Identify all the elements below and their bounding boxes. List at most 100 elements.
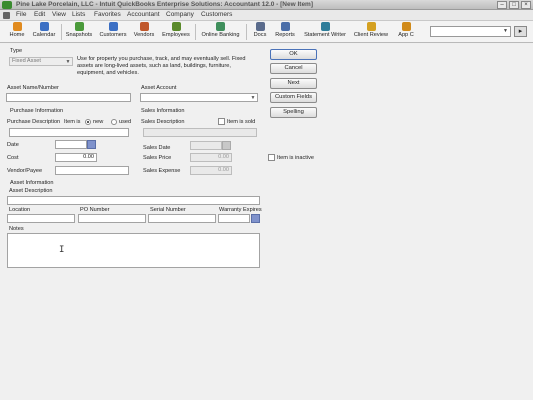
sales-date-label: Sales Date [143, 145, 171, 151]
custom-fields-button[interactable]: Custom Fields [270, 92, 317, 103]
close-button[interactable]: × [521, 1, 531, 9]
new-label: new [93, 119, 104, 125]
menu-bar: File Edit View Lists Favorites Accountan… [0, 10, 533, 21]
search-button[interactable]: ▸ [514, 26, 527, 37]
chevron-down-icon: ▼ [65, 59, 71, 65]
asset-description-label: Asset Description [9, 188, 53, 194]
quickbooks-logo-icon [2, 1, 12, 9]
search-input[interactable]: ▼ [430, 26, 511, 37]
toolbar-employees-button[interactable]: Employees [160, 22, 192, 42]
toolbar-client-review-button[interactable]: Client Review [351, 22, 391, 42]
item-inactive-checkbox[interactable] [268, 154, 275, 161]
employees-icon [171, 22, 181, 31]
spelling-button[interactable]: Spelling [270, 107, 317, 118]
toolbar-calendar-button[interactable]: Calendar [30, 22, 58, 42]
vendor-payee-field[interactable] [55, 166, 129, 175]
window-title: Pine Lake Porcelain, LLC - Intuit QuickB… [16, 1, 314, 8]
asset-info-label: Asset Information [10, 180, 54, 186]
date-label: Date [7, 142, 19, 148]
type-description: Use for property you purchase, track, an… [77, 56, 246, 76]
purchase-description-field[interactable] [9, 128, 129, 137]
serial-number-field[interactable] [148, 214, 216, 223]
item-is-label: Item is [64, 119, 81, 125]
text-cursor-icon: I [59, 245, 65, 255]
sales-date-field[interactable] [190, 141, 222, 150]
notes-field[interactable] [7, 233, 260, 268]
menu-favorites[interactable]: Favorites [94, 11, 121, 18]
calendar-icon[interactable] [87, 140, 96, 149]
purchase-info-label: Purchase Information [10, 108, 64, 114]
item-sold-checkbox[interactable] [218, 118, 225, 125]
toolbar-separator [246, 24, 247, 40]
notes-label: Notes [9, 226, 24, 232]
toolbar-home-button[interactable]: Home [6, 22, 28, 42]
used-label: used [119, 119, 132, 125]
cost-label: Cost [7, 155, 19, 161]
asset-name-label: Asset Name/Number [7, 85, 59, 91]
customers-icon [108, 22, 118, 31]
po-number-label: PO Number [80, 207, 110, 213]
ok-button[interactable]: OK [270, 49, 317, 60]
toolbar-online-banking-button[interactable]: Online Banking [198, 22, 243, 42]
toolbar-statement-writer-button[interactable]: Statement Writer [300, 22, 350, 42]
chevron-down-icon: ▼ [250, 95, 256, 101]
location-field[interactable] [7, 214, 75, 223]
serial-number-label: Serial Number [150, 207, 186, 213]
purchase-description-label: Purchase Description [7, 119, 61, 125]
type-dropdown[interactable]: Fixed Asset ▼ [9, 57, 73, 66]
icon-toolbar: Home Calendar Snapshots Customers Vendor… [0, 21, 533, 43]
item-inactive-label: Item is inactive [277, 155, 314, 161]
cancel-button[interactable]: Cancel [270, 63, 317, 74]
type-label: Type [10, 48, 23, 54]
next-button[interactable]: Next [270, 78, 317, 89]
toolbar-reports-button[interactable]: Reports [272, 22, 298, 42]
po-number-field[interactable] [78, 214, 146, 223]
calendar-icon [39, 22, 49, 31]
sales-description-label: Sales Description [141, 119, 185, 125]
menu-company[interactable]: Company [166, 11, 194, 18]
chevron-down-icon[interactable]: ▼ [502, 28, 509, 35]
sales-expense-field[interactable]: 0.00 [190, 166, 232, 175]
date-field[interactable] [55, 140, 87, 149]
calendar-icon[interactable] [222, 141, 231, 150]
warranty-expires-field[interactable] [218, 214, 250, 223]
toolbar-app-center-button[interactable]: App C [394, 22, 418, 42]
menu-edit[interactable]: Edit [34, 11, 45, 18]
menu-accountant[interactable]: Accountant [127, 11, 160, 18]
sales-description-field[interactable] [143, 128, 257, 137]
minimize-button[interactable]: – [497, 1, 507, 9]
toolbar-separator [61, 24, 62, 40]
calendar-icon[interactable] [251, 214, 260, 223]
sales-info-label: Sales Information [141, 108, 185, 114]
asset-account-dropdown[interactable]: ▼ [140, 93, 258, 102]
asset-account-label: Asset Account [141, 85, 177, 91]
app-center-icon [401, 22, 411, 31]
item-sold-label: Item is sold [227, 119, 256, 125]
window-controls: – □ × [497, 1, 531, 9]
asset-name-field[interactable] [6, 93, 131, 102]
app-menu-icon[interactable] [3, 12, 10, 19]
asset-description-field[interactable] [7, 196, 260, 205]
online-banking-icon [216, 22, 225, 31]
toolbar-docs-button[interactable]: Docs [250, 22, 270, 42]
menu-view[interactable]: View [52, 11, 66, 18]
client-review-icon [366, 22, 376, 31]
menu-lists[interactable]: Lists [72, 11, 85, 18]
menu-customers[interactable]: Customers [201, 11, 232, 18]
new-radio[interactable] [85, 119, 91, 125]
location-label: Location [9, 207, 31, 213]
toolbar-separator [195, 24, 196, 40]
cost-field[interactable]: 0.00 [55, 153, 97, 162]
maximize-button[interactable]: □ [509, 1, 519, 9]
sales-price-label: Sales Price [143, 155, 172, 161]
title-bar: Pine Lake Porcelain, LLC - Intuit QuickB… [0, 0, 533, 10]
sales-price-field[interactable]: 0.00 [190, 153, 232, 162]
toolbar-snapshots-button[interactable]: Snapshots [64, 22, 94, 42]
reports-icon [280, 22, 290, 31]
toolbar-vendors-button[interactable]: Vendors [131, 22, 157, 42]
vendor-payee-label: Vendor/Payee [7, 168, 43, 174]
vendors-icon [139, 22, 149, 31]
used-radio[interactable] [111, 119, 117, 125]
toolbar-customers-button[interactable]: Customers [98, 22, 128, 42]
menu-file[interactable]: File [16, 11, 26, 18]
